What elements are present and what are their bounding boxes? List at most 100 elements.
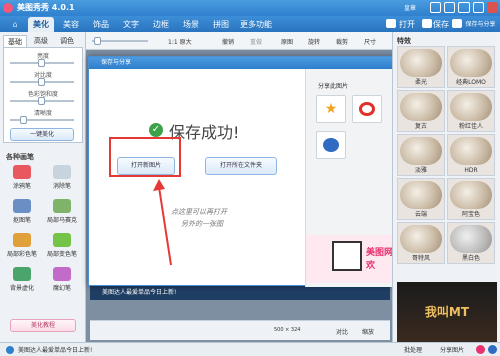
effect-preview <box>450 137 492 165</box>
share-icon[interactable] <box>452 19 462 28</box>
slider-knob[interactable] <box>94 37 101 45</box>
qr-code-icon <box>332 241 362 271</box>
tool-eraser[interactable]: 消除笔 <box>44 164 80 194</box>
tool-label: 背景虚化 <box>9 285 34 292</box>
effect-label: 复古 <box>414 123 427 130</box>
user-name[interactable]: 皇章 <box>404 3 416 12</box>
effect-thumb[interactable]: HDR <box>447 134 495 176</box>
effect-preview <box>400 137 442 165</box>
open-icon[interactable] <box>386 19 396 28</box>
open-new-image-button[interactable]: 打开新图片 <box>117 157 175 175</box>
effect-thumb[interactable]: 淡雅 <box>397 134 445 176</box>
batch-button[interactable]: 批处理 <box>404 345 422 354</box>
tab-frame[interactable]: 边框 <box>148 17 174 32</box>
subtab-basic[interactable]: 基础 <box>3 35 27 47</box>
tool-partial-color[interactable]: 局部彩色笔 <box>4 232 40 262</box>
effect-thumb[interactable]: 经典LOMO <box>447 46 495 88</box>
resize-button[interactable]: 尺寸 <box>364 37 376 46</box>
notice-icon <box>6 346 14 354</box>
game-ad-banner[interactable]: 我叫MT <box>397 282 497 342</box>
tab-beautify[interactable]: 美化 <box>28 17 54 32</box>
tool-magic[interactable]: 魔幻笔 <box>44 266 80 296</box>
tab-beauty[interactable]: 美容 <box>58 17 84 32</box>
tool-label: 抠图笔 <box>12 217 31 224</box>
sharpness-slider[interactable] <box>10 116 74 124</box>
tool-doodle[interactable]: 涂鸦笔 <box>4 164 40 194</box>
one-click-beautify-button[interactable]: 一键美化 <box>10 128 74 141</box>
tool-recolor[interactable]: 局部变色笔 <box>44 232 80 262</box>
effect-thumb[interactable]: 粉红佳人 <box>447 90 495 132</box>
note-line-2: 另外的一张图 <box>181 220 223 228</box>
effect-label: HDR <box>464 167 478 174</box>
tool-cutout[interactable]: 抠图笔 <box>4 198 40 228</box>
share-star-icon[interactable]: ★ <box>316 95 346 123</box>
tab-more[interactable]: 更多功能 <box>236 17 276 32</box>
tab-collage[interactable]: 拼图 <box>208 17 234 32</box>
save-share-dialog: 保存与分享 × ✓ 保存成功! 打开新图片 打开所在文件夹 点这里可以再打开 另… <box>88 56 412 287</box>
rotate-button[interactable]: 旋转 <box>308 37 320 46</box>
red-arrow-icon <box>153 179 172 266</box>
zoom-slider[interactable] <box>92 37 148 45</box>
saturation-slider[interactable] <box>10 97 74 105</box>
mosaic-icon <box>53 199 71 213</box>
doodle-pen-icon <box>13 165 31 179</box>
zoom-button[interactable]: 缩放 <box>362 327 374 336</box>
renren-icon[interactable] <box>316 131 346 159</box>
slider-knob[interactable] <box>38 59 45 67</box>
weibo-small-icon[interactable] <box>476 345 485 354</box>
renren-small-icon[interactable] <box>488 345 497 354</box>
compare-button[interactable]: 对比 <box>336 327 348 336</box>
effect-thumb[interactable]: 复古 <box>397 90 445 132</box>
maximize-icon[interactable] <box>472 2 484 13</box>
crop-button[interactable]: 裁剪 <box>336 37 348 46</box>
minimize-icon[interactable] <box>458 2 470 13</box>
open-folder-button[interactable]: 打开所在文件夹 <box>205 157 277 175</box>
effect-thumb[interactable]: 黑白色 <box>447 222 495 264</box>
effect-thumb[interactable]: 柔光 <box>397 46 445 88</box>
brush-section-title: 各种画笔 <box>6 153 34 161</box>
tool-blur-bg[interactable]: 背景虚化 <box>4 266 40 296</box>
undo-button[interactable]: 撤销 <box>222 37 234 46</box>
save-button[interactable]: 保存 <box>433 17 449 32</box>
save-share-button[interactable]: 保存与分享 <box>462 17 499 32</box>
effect-label: 经典LOMO <box>456 79 486 86</box>
contrast-slider[interactable] <box>10 78 74 86</box>
zoom-label[interactable]: 1:1 原大 <box>168 37 192 46</box>
save-icon[interactable] <box>422 19 432 28</box>
tab-text[interactable]: 文字 <box>118 17 144 32</box>
subtab-color[interactable]: 调色 <box>55 35 79 47</box>
effect-thumb[interactable]: 阿宝色 <box>447 178 495 220</box>
slider-knob[interactable] <box>38 78 45 86</box>
slider-knob[interactable] <box>38 97 45 105</box>
bottom-promo-text[interactable]: 美图达人最爱单品今日上新! <box>18 345 92 354</box>
effect-thumb[interactable]: 云端 <box>397 178 445 220</box>
canvas-size: 500 × 324 <box>274 327 301 333</box>
original-button[interactable]: 原图 <box>281 37 293 46</box>
redo-button[interactable]: 重做 <box>250 37 262 46</box>
tab-accessories[interactable]: 饰品 <box>88 17 114 32</box>
effect-preview <box>400 49 442 77</box>
skin-icon[interactable] <box>430 2 442 13</box>
subtab-advanced[interactable]: 高级 <box>29 35 53 47</box>
tool-label: 涂鸦笔 <box>12 183 31 190</box>
tab-scene[interactable]: 场景 <box>178 17 204 32</box>
main-tab-bar: ⌂ 美化 美容 饰品 文字 边框 场景 拼图 更多功能 打开 保存 保存与分享 <box>0 16 500 32</box>
open-button[interactable]: 打开 <box>397 17 417 32</box>
home-icon[interactable]: ⌂ <box>4 17 26 32</box>
weibo-icon[interactable] <box>352 95 382 123</box>
effect-label: 哥特风 <box>411 255 430 262</box>
tutorial-button[interactable]: 美化教程 <box>10 319 76 332</box>
close-icon[interactable] <box>486 2 499 13</box>
effect-label: 黑白色 <box>461 255 480 262</box>
menu-icon[interactable] <box>444 2 456 13</box>
effects-panel: 特效 柔光 经典LOMO 复古 粉红佳人 淡雅 HDR 云端 阿宝色 哥特风 黑… <box>392 32 500 356</box>
share-image-button[interactable]: 分享图片 <box>440 345 464 354</box>
blur-icon <box>13 267 31 281</box>
brightness-slider[interactable] <box>10 59 74 67</box>
share-title: 分享此图片 <box>318 83 349 90</box>
tool-mosaic[interactable]: 局部马赛克 <box>44 198 80 228</box>
effect-thumb[interactable]: 哥特风 <box>397 222 445 264</box>
slider-knob[interactable] <box>20 116 27 124</box>
tool-label: 消除笔 <box>52 183 71 190</box>
canvas-promo-bar[interactable]: 美图达人最爱单品今日上新! <box>90 286 390 300</box>
